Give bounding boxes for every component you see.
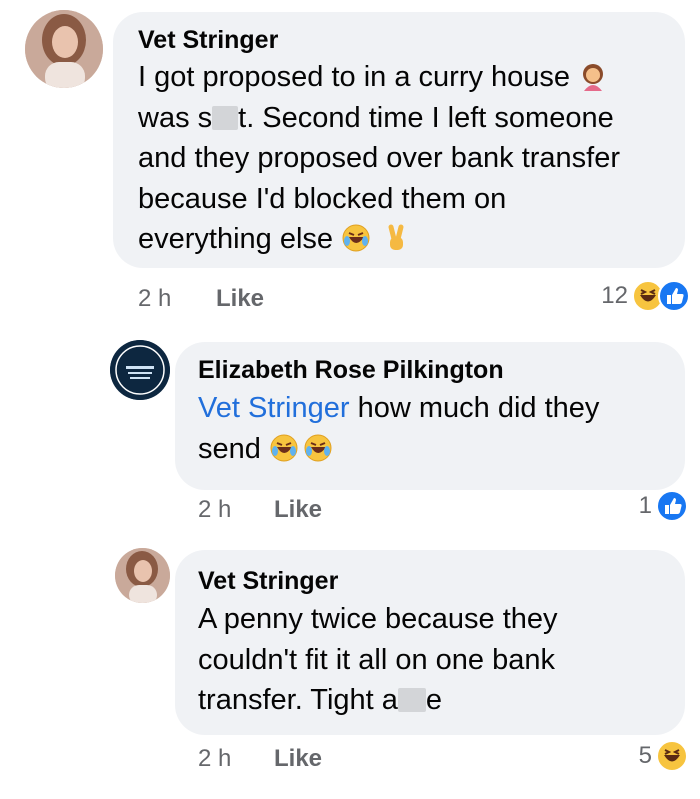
reactions-summary[interactable]: 12	[601, 280, 690, 312]
comment-line: I got proposed to in a curry house	[138, 57, 678, 98]
censor-block	[212, 105, 239, 130]
comment-line: and they proposed over bank transfer	[138, 142, 621, 174]
reply-vet-stringer: Vet Stringer A penny twice because they …	[0, 540, 700, 799]
rofl-icon	[303, 433, 333, 463]
haha-reaction-icon	[656, 740, 688, 772]
person-facepalming-icon	[578, 61, 608, 91]
reactions-summary[interactable]: 1	[639, 490, 688, 522]
timestamp[interactable]: 2 h	[198, 745, 231, 772]
avatar[interactable]	[25, 10, 103, 88]
comment-text: Vet Stringer how much did they send	[198, 388, 678, 469]
like-button[interactable]: Like	[274, 496, 322, 524]
comment-line: couldn't fit it all on one bank	[198, 643, 555, 676]
comment-line: because I'd blocked them on	[138, 182, 507, 215]
comment-text: A penny twice because they couldn't fit …	[198, 599, 678, 721]
like-reaction-icon	[658, 280, 690, 312]
like-button[interactable]: Like	[216, 285, 264, 313]
censor-block	[397, 688, 426, 712]
comment-line: transfer. Tight ae	[198, 684, 443, 716]
rofl-icon	[341, 223, 371, 253]
timestamp[interactable]: 2 h	[138, 285, 171, 312]
reply-elizabeth-rose-pilkington: Elizabeth Rose Pilkington Vet Stringer h…	[0, 330, 700, 540]
avatar[interactable]	[115, 548, 170, 603]
comment-line: send	[198, 429, 678, 470]
avatar[interactable]	[110, 340, 170, 400]
comment-meta: 2 h Like	[198, 745, 398, 773]
comment-meta: 2 h Like	[138, 285, 338, 313]
timestamp[interactable]: 2 h	[198, 496, 231, 523]
mention-link[interactable]: Vet Stringer	[198, 392, 350, 424]
comment-line: Vet Stringer how much did they	[198, 392, 600, 424]
victory-hand-icon	[381, 223, 411, 253]
like-button[interactable]: Like	[274, 745, 322, 773]
like-reaction-icon	[656, 490, 688, 522]
reaction-count: 5	[638, 742, 652, 769]
reaction-count: 12	[601, 282, 628, 309]
comment-line: was s t. Second time I left someone	[138, 101, 614, 134]
comment-meta: 2 h Like	[198, 496, 398, 524]
reactions-summary[interactable]: 5	[639, 740, 688, 772]
comment-line: everything else	[138, 219, 678, 260]
comment-line: A penny twice because they	[198, 603, 558, 635]
comment-vet-stringer-1: Vet Stringer I got proposed to in a curr…	[0, 0, 700, 330]
comment-author[interactable]: Elizabeth Rose Pilkington	[198, 355, 504, 385]
comment-author[interactable]: Vet Stringer	[138, 25, 278, 55]
comment-author[interactable]: Vet Stringer	[198, 566, 338, 596]
comment-text: I got proposed to in a curry house was s…	[138, 57, 678, 260]
reaction-count: 1	[638, 492, 652, 519]
rofl-icon	[269, 433, 299, 463]
